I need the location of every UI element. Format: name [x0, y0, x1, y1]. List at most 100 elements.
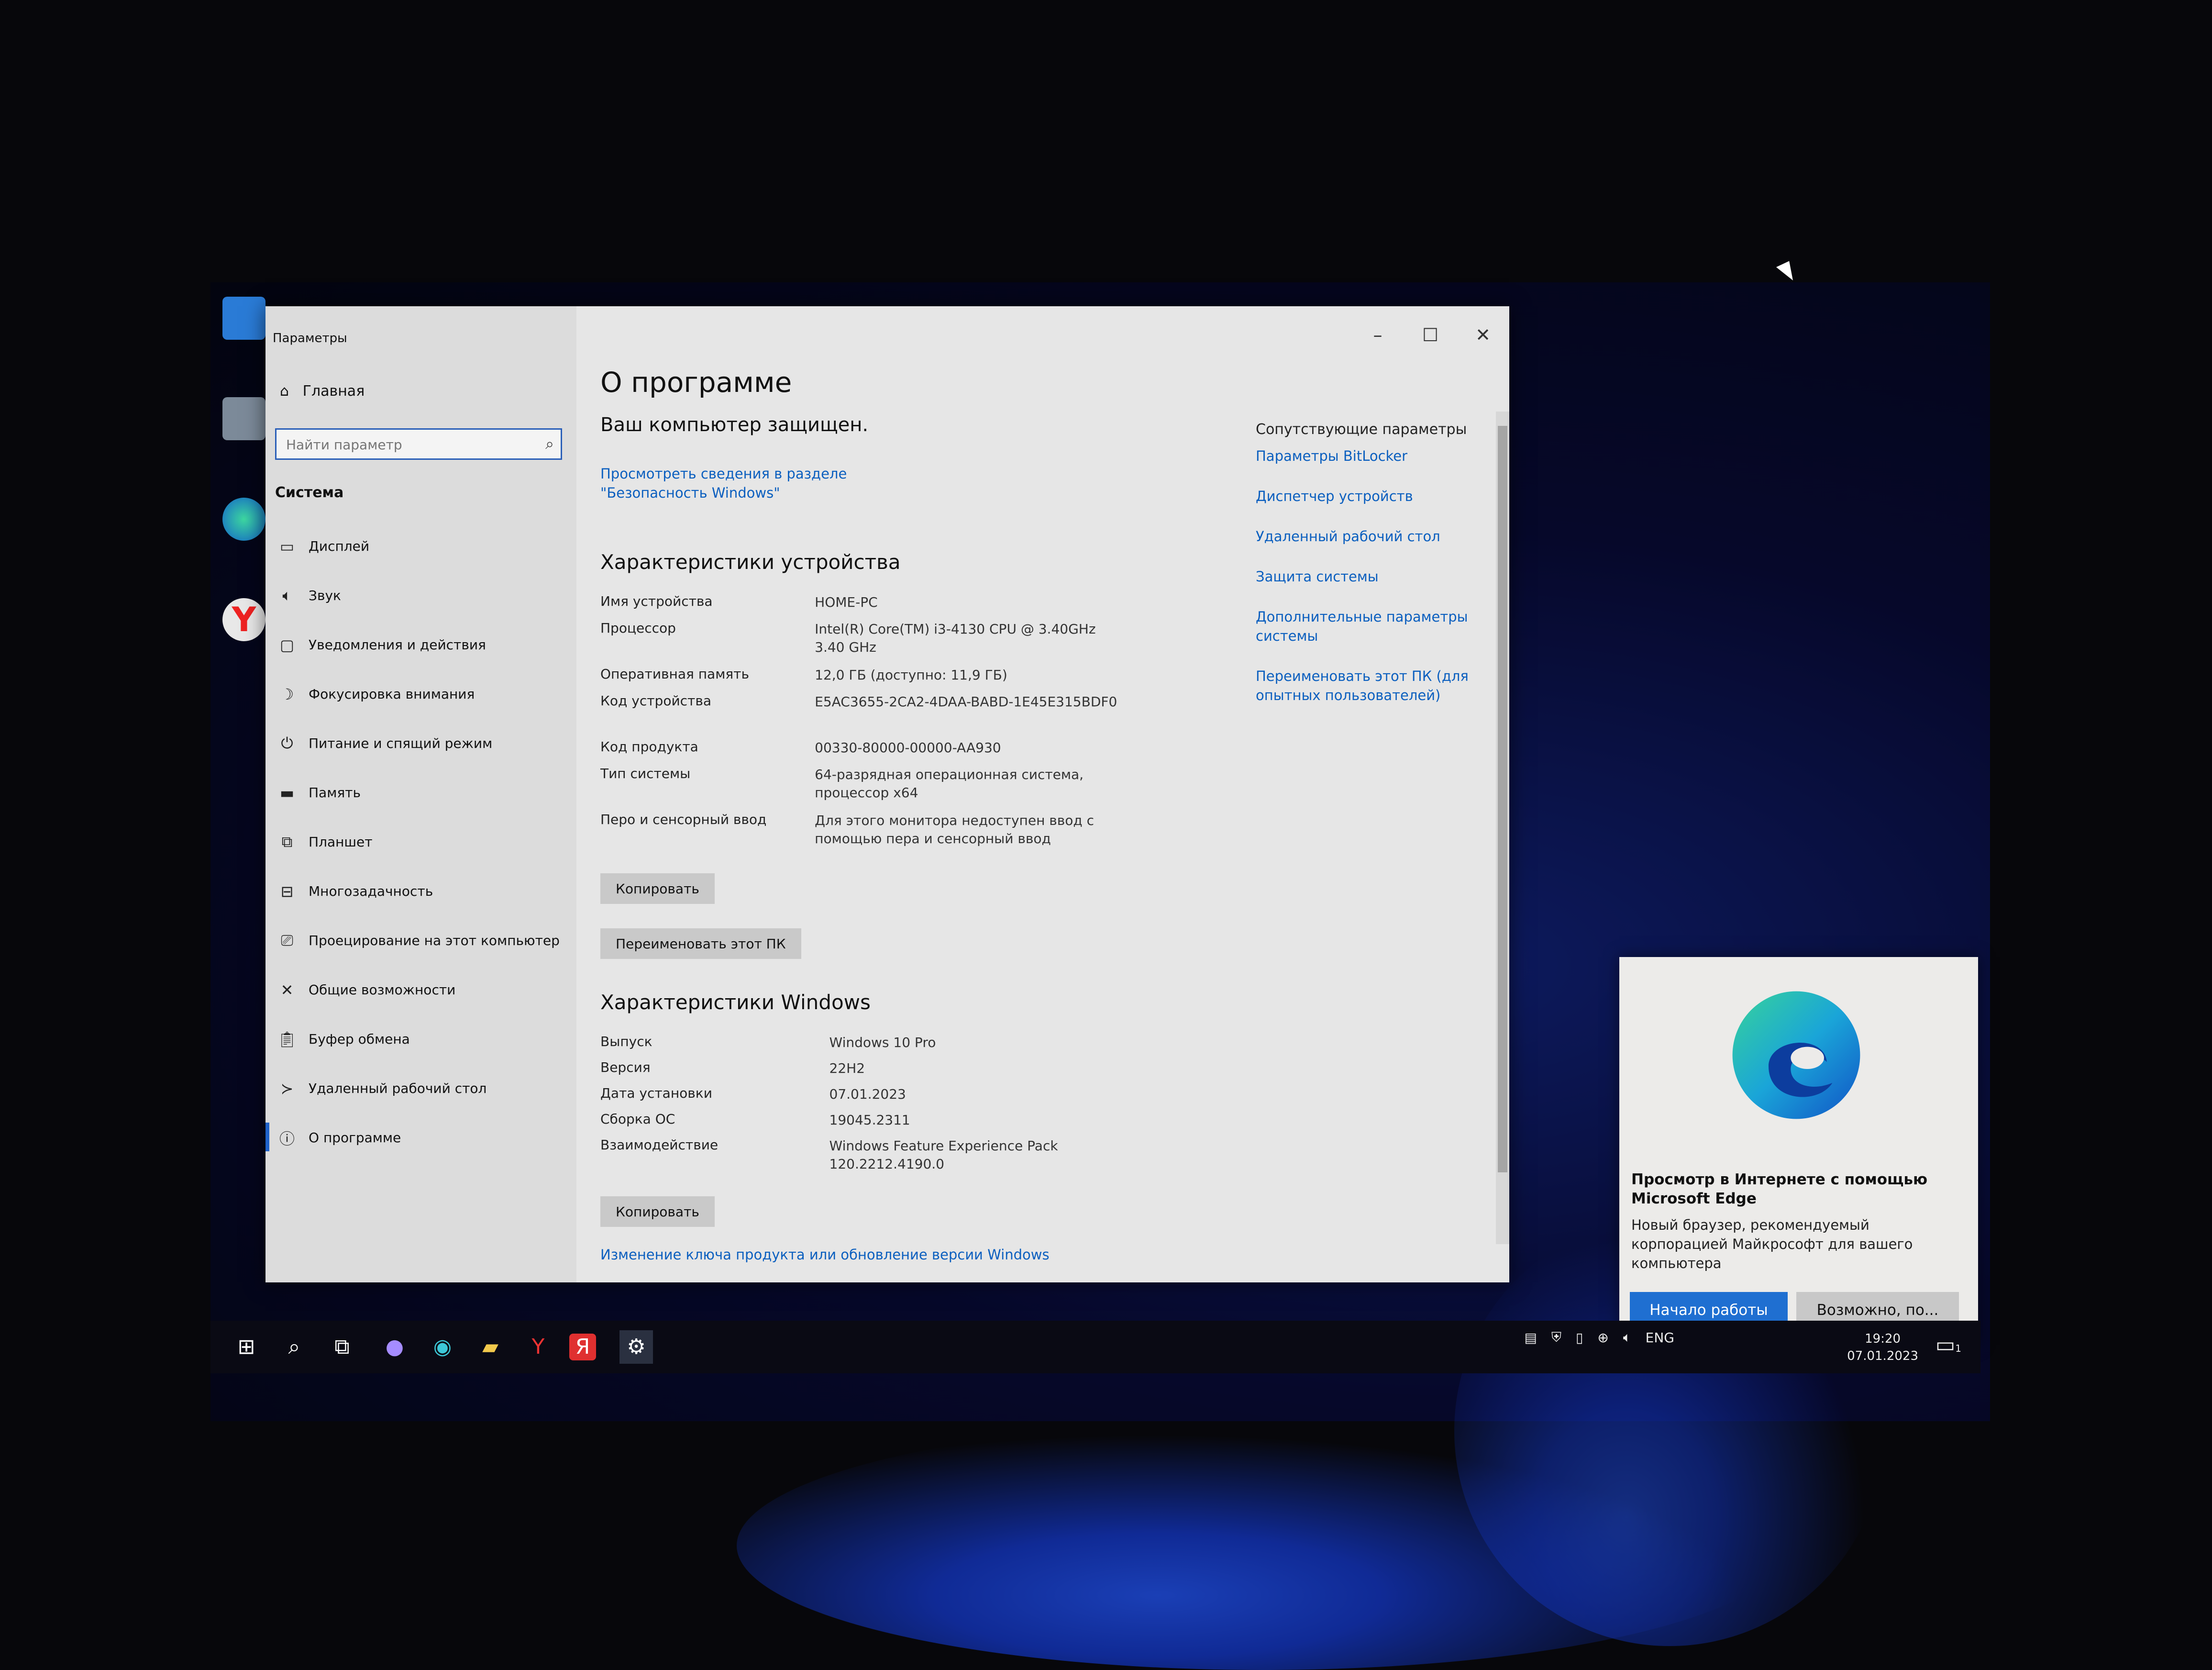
sidebar-item-label: Проецирование на этот компьютер	[309, 933, 560, 948]
sidebar-item-shared[interactable]: ✕ Общие возможности	[265, 965, 576, 1014]
sidebar-item-multitasking[interactable]: ⊟ Многозадачность	[265, 867, 576, 916]
spec-value: Windows Feature Experience Pack 120.2212…	[829, 1138, 1058, 1172]
sidebar-item-label: Планшет	[309, 834, 373, 850]
spec-row: Сборка ОС 19045.2311	[600, 1111, 1127, 1137]
scrollbar[interactable]	[1496, 412, 1509, 1244]
project-icon: ⎚	[281, 931, 293, 949]
search-input[interactable]	[276, 430, 536, 459]
rename-pc-button[interactable]: Переименовать этот ПК	[600, 928, 801, 959]
notification-count: 1	[1955, 1343, 1961, 1354]
network-globe-icon[interactable]: ⊕	[1597, 1330, 1608, 1346]
tablet-icon: ⧉	[281, 833, 293, 851]
sidebar-item-focus[interactable]: ☽ Фокусировка внимания	[265, 669, 576, 719]
security-details-link[interactable]: Просмотреть сведения в разделе "Безопасн…	[600, 464, 945, 502]
home-icon: ⌂	[280, 383, 289, 400]
notification-center-icon[interactable]: ▭1	[1936, 1333, 1961, 1357]
volume-icon[interactable]: 🔈︎	[1623, 1329, 1631, 1346]
spec-row: Оперативная память 12,0 ГБ (доступно: 11,…	[600, 666, 1127, 693]
windows-specs-heading: Характеристики Windows	[600, 991, 871, 1014]
system-protection-link[interactable]: Защита системы	[1256, 567, 1504, 586]
nav-home[interactable]: ⌂ Главная	[280, 383, 365, 400]
related-settings: Сопутствующие параметры Параметры BitLoc…	[1256, 421, 1504, 726]
spec-value: 19045.2311	[829, 1112, 910, 1128]
sidebar-item-clipboard[interactable]: 📋︎ Буфер обмена	[265, 1014, 576, 1064]
copy-device-specs-button[interactable]: Копировать	[600, 873, 715, 904]
edge-icon[interactable]: ◉	[426, 1330, 459, 1364]
sidebar-item-projecting[interactable]: ⎚ Проецирование на этот компьютер	[265, 916, 576, 965]
spec-key: Сборка ОС	[600, 1111, 675, 1127]
sidebar-item-power[interactable]: ⏻ Питание и спящий режим	[265, 719, 576, 768]
sidebar-item-about[interactable]: ⓘ О программе	[265, 1113, 576, 1162]
sidebar-item-sound[interactable]: 🔈︎ Звук	[265, 571, 576, 620]
sidebar-item-label: Дисплей	[309, 538, 370, 554]
device-manager-link[interactable]: Диспетчер устройств	[1256, 487, 1504, 506]
spec-value: Windows 10 Pro	[829, 1035, 936, 1050]
settings-gear-icon[interactable]: ⚙	[619, 1330, 653, 1364]
spec-key: Имя устройства	[600, 593, 713, 609]
task-view-icon[interactable]: ⧉	[325, 1330, 359, 1364]
yandex-icon[interactable]: Я	[569, 1334, 596, 1360]
spec-key: Выпуск	[600, 1034, 653, 1049]
spec-row: Перо и сенсорный ввод Для этого монитора …	[600, 812, 1127, 857]
rename-pc-advanced-link[interactable]: Переименовать этот ПК (для опытных польз…	[1256, 667, 1504, 705]
edge-icon	[222, 498, 265, 541]
taskbar: ⊞ ⌕ ⧉ ● ◉ ▰ Y Я ⚙ ▤ ⛨ ▯ ⊕ 🔈︎ ENG 19:20 0…	[210, 1321, 1980, 1373]
sidebar-item-tablet[interactable]: ⧉ Планшет	[265, 817, 576, 867]
spec-row: Тип системы 64-разрядная операционная сис…	[600, 766, 1127, 812]
spec-value: Для этого монитора недоступен ввод с пом…	[815, 813, 1095, 846]
spec-row: Дата установки 07.01.2023	[600, 1085, 1127, 1111]
advanced-system-settings-link[interactable]: Дополнительные параметры системы	[1256, 607, 1504, 646]
sidebar-item-label: Общие возможности	[309, 982, 456, 998]
yandex-browser-icon[interactable]: Y	[521, 1330, 555, 1364]
usb-icon[interactable]: ▯	[1576, 1330, 1583, 1346]
yandex-browser-icon: Y	[222, 598, 265, 641]
shared-icon: ✕	[280, 980, 294, 999]
remote-desktop-link[interactable]: Удаленный рабочий стол	[1256, 527, 1504, 546]
sidebar-item-notifications[interactable]: ▢ Уведомления и действия	[265, 620, 576, 669]
clock[interactable]: 19:20 07.01.2023	[1847, 1330, 1918, 1365]
bitlocker-link[interactable]: Параметры BitLocker	[1256, 446, 1504, 466]
folder-icon[interactable]: ▰	[474, 1330, 507, 1364]
sidebar-item-label: О программе	[309, 1130, 401, 1146]
sidebar-item-label: Многозадачность	[309, 883, 433, 899]
sidebar-item-label: Уведомления и действия	[309, 637, 486, 653]
computer-icon	[222, 297, 265, 340]
search-icon[interactable]: ⌕	[277, 1330, 311, 1364]
copy-windows-specs-button[interactable]: Копировать	[600, 1196, 715, 1227]
mouse-cursor	[1776, 261, 1798, 285]
spec-value: 07.01.2023	[829, 1086, 906, 1102]
device-specs-heading: Характеристики устройства	[600, 550, 901, 574]
input-language[interactable]: ENG	[1646, 1330, 1674, 1346]
device-specs-table: Имя устройства HOME-PC Процессор Intel(R) …	[600, 593, 1127, 857]
spec-value: Intel(R) Core(TM) i3-4130 CPU @ 3.40GHz …	[815, 621, 1096, 655]
spec-key: Дата установки	[600, 1085, 712, 1101]
sidebar-item-storage[interactable]: ▬ Память	[265, 768, 576, 817]
nav-home-label: Главная	[302, 383, 365, 400]
change-product-key-link[interactable]: Изменение ключа продукта или обновление …	[600, 1247, 1050, 1263]
spec-key: Процессор	[600, 620, 676, 636]
sidebar-item-label: Буфер обмена	[309, 1031, 410, 1047]
spec-value: 64-разрядная операционная система, проце…	[815, 767, 1084, 801]
sidebar-item-label: Звук	[309, 588, 341, 603]
search-icon[interactable]: ⌕	[545, 434, 554, 453]
spec-row: Процессор Intel(R) Core(TM) i3-4130 CPU @…	[600, 620, 1127, 666]
multitask-icon: ⊟	[280, 882, 294, 901]
sidebar-item-label: Память	[309, 785, 361, 801]
alice-assistant-icon[interactable]: ●	[378, 1330, 411, 1364]
sidebar-item-label: Удаленный рабочий стол	[309, 1080, 487, 1096]
security-shield-icon[interactable]: ⛨	[1551, 1329, 1561, 1346]
clock-date: 07.01.2023	[1847, 1349, 1918, 1363]
news-icon[interactable]: ▤	[1524, 1330, 1537, 1346]
remote-icon: ≻	[280, 1079, 294, 1098]
sidebar-item-remote[interactable]: ≻ Удаленный рабочий стол	[265, 1064, 576, 1113]
scrollbar-thumb[interactable]	[1498, 426, 1507, 1172]
sidebar-item-label: Фокусировка внимания	[309, 686, 475, 702]
spec-row: Код устройства E5AC3655-2CA2-4DAA-BABD-1E…	[600, 693, 1127, 739]
sidebar-item-label: Питание и спящий режим	[309, 735, 493, 751]
start-windows-icon[interactable]: ⊞	[230, 1330, 263, 1364]
window-title: Параметры	[273, 331, 347, 345]
spec-value: 22H2	[829, 1060, 865, 1076]
sidebar-item-display[interactable]: ▭ Дисплей	[265, 522, 576, 571]
search-box: ⌕	[275, 428, 562, 460]
spec-key: Тип системы	[600, 766, 691, 781]
